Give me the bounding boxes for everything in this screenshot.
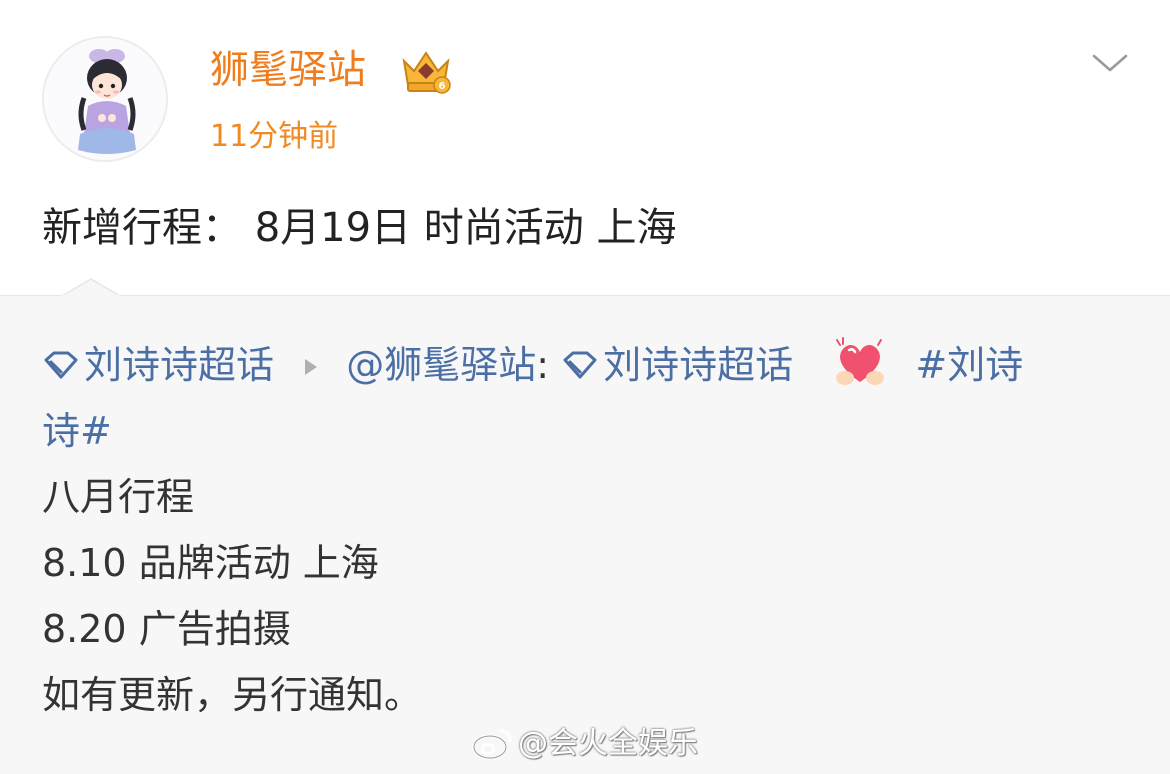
repost-body: 刘诗诗超话 @狮髦驿站: 刘诗诗超话 #刘诗 诗# 八月行程 8.10 品牌活动… xyxy=(42,332,1142,728)
topic-link-2[interactable]: 刘诗诗超话 xyxy=(561,343,805,387)
avatar-illustration xyxy=(44,38,166,160)
hashtag-link-continued[interactable]: 诗# xyxy=(42,409,112,453)
repost-line: 八月行程 xyxy=(42,475,195,519)
post-time: 11分钟前 xyxy=(210,119,339,154)
crown-badge-icon: 6 xyxy=(402,51,451,94)
watermark: @会火全娱乐 xyxy=(470,722,698,766)
repost-notch xyxy=(62,278,120,299)
repost-line: 8.20 广告拍摄 xyxy=(42,607,291,651)
topic-link[interactable]: 刘诗诗超话 xyxy=(42,343,286,387)
topic-link-label: 刘诗诗超话 xyxy=(84,343,275,387)
diamond-icon xyxy=(563,351,597,379)
chevron-down-icon[interactable] xyxy=(1090,48,1130,78)
hashtag-link[interactable]: #刘诗 xyxy=(915,343,1023,387)
repost-hashtag-line: 诗# xyxy=(42,398,1142,464)
repost-line: 8.10 品牌活动 上海 xyxy=(42,541,379,585)
post-content: 新增行程： 8月19日 时尚活动 上海 xyxy=(42,205,677,251)
avatar[interactable] xyxy=(42,36,168,162)
repost-header-line: 刘诗诗超话 @狮髦驿站: 刘诗诗超话 #刘诗 xyxy=(42,332,1142,398)
triangle-right-icon xyxy=(305,359,318,375)
username[interactable]: 狮髦驿站 xyxy=(210,44,366,98)
mention-link[interactable]: @狮髦驿站 xyxy=(346,343,536,387)
heart-hands-icon xyxy=(836,337,885,385)
diamond-icon xyxy=(44,351,78,379)
weibo-icon xyxy=(472,729,512,760)
mention-colon: : xyxy=(536,343,550,387)
repost-line: 如有更新，另行通知。 xyxy=(42,673,423,717)
post-card: 狮髦驿站 6 11分钟前 新增行程： 8月19日 时尚活动 上海 xyxy=(0,0,1170,296)
watermark-text: @会火全娱乐 xyxy=(518,726,698,761)
topic-link-2-label: 刘诗诗超话 xyxy=(603,343,794,387)
svg-text:6: 6 xyxy=(439,81,446,92)
